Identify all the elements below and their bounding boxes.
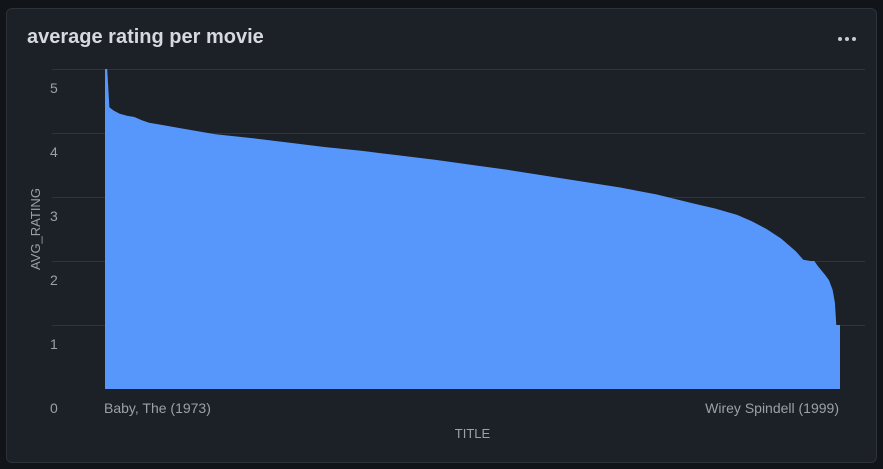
y-tick-label: 0 bbox=[50, 400, 58, 416]
area-series-0 bbox=[105, 69, 840, 389]
area-chart: 0 1 2 3 4 5 Baby, The (1973) Wirey Spindell (19… bbox=[28, 69, 865, 441]
y-tick-label: 1 bbox=[50, 336, 58, 352]
y-tick-label: 5 bbox=[50, 80, 58, 96]
x-axis-title: TITLE bbox=[455, 426, 491, 441]
y-axis-title: AVG_RATING bbox=[28, 188, 43, 270]
y-tick-label: 4 bbox=[50, 144, 58, 160]
x-tick-label: Wirey Spindell (1999) bbox=[705, 400, 839, 416]
x-tick-label: Baby, The (1973) bbox=[104, 400, 211, 416]
y-tick-label: 2 bbox=[50, 272, 58, 288]
y-tick-label: 3 bbox=[50, 208, 58, 224]
